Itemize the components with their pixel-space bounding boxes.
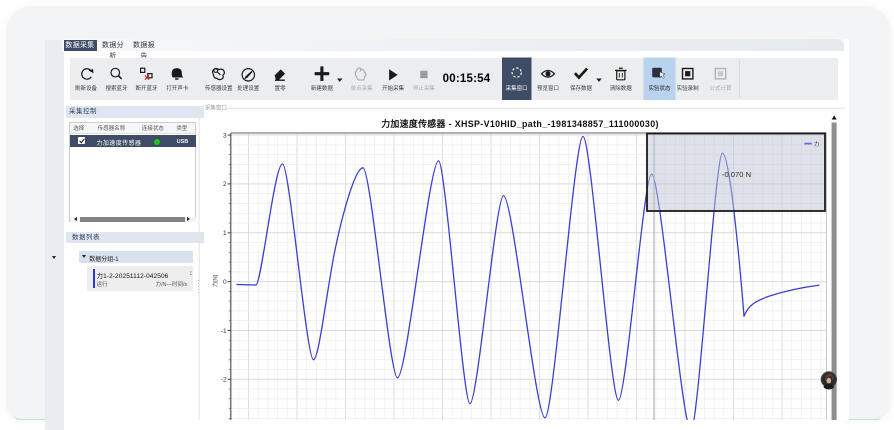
- svg-text:力: 力: [814, 140, 820, 148]
- svg-text:3: 3: [223, 132, 227, 139]
- svg-text:1: 1: [223, 230, 227, 237]
- svg-text:-0.070 N: -0.070 N: [722, 170, 751, 179]
- svg-text:-2: -2: [221, 377, 227, 384]
- svg-text:力[N]: 力[N]: [211, 274, 219, 287]
- svg-text:力加速度传感器 - XHSP-V10HID_path_-19: 力加速度传感器 - XHSP-V10HID_path_-1981348857_1…: [381, 118, 659, 129]
- svg-text:0: 0: [223, 279, 227, 286]
- svg-text:采集窗口: 采集窗口: [205, 104, 227, 112]
- svg-text:2: 2: [223, 181, 227, 188]
- svg-text:-1: -1: [221, 328, 227, 335]
